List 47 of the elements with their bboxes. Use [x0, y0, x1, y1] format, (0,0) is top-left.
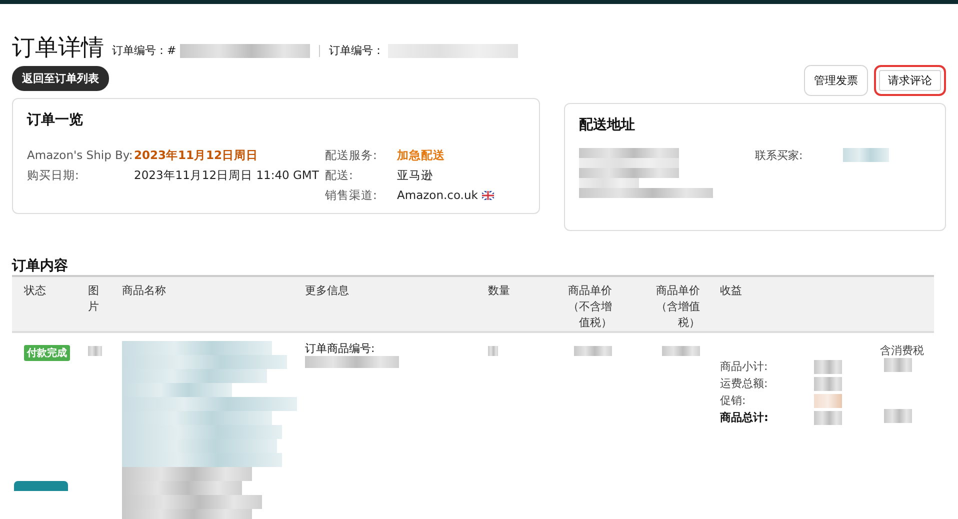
action-button[interactable]: 请求评论: [874, 65, 946, 96]
redacted-text: [574, 346, 612, 356]
redacted-text: [884, 358, 912, 372]
total-label: 促销:: [720, 393, 747, 408]
card-title: 配送地址: [579, 116, 636, 134]
column-header: 状态: [23, 283, 47, 299]
order-number-label: 订单编号：: [329, 43, 384, 58]
order-item-id-label: 订单商品编号:: [305, 341, 376, 356]
field-label: Amazon's Ship By:: [27, 147, 134, 164]
redacted-image: [88, 346, 102, 356]
contact-buyer-label: 联系买家:: [755, 148, 803, 163]
field-value: 2023年11月12日周日 11:40 GMT: [134, 167, 319, 184]
status-badge: 付款完成: [24, 345, 70, 361]
field-label: 购买日期:: [27, 167, 80, 184]
column-header: 商品单价（含增值税）: [655, 283, 701, 331]
redacted-text: [842, 148, 889, 162]
tax-note: 含消费税: [880, 343, 924, 358]
field-value: 亚马逊: [397, 167, 433, 184]
redacted-text: [662, 346, 700, 356]
column-header: 更多信息: [304, 283, 350, 299]
action-button[interactable]: 管理发票: [804, 65, 868, 96]
redacted-text: [884, 409, 912, 423]
redacted-text: [814, 360, 842, 374]
column-header: 图片: [87, 283, 100, 315]
total-label: 商品总计:: [720, 410, 770, 425]
redacted-text: [814, 410, 842, 424]
back-to-orders-button[interactable]: 返回至订单列表: [12, 66, 109, 91]
field-label: 销售渠道:: [325, 187, 378, 204]
card-title: 订单一览: [27, 111, 84, 129]
column-header: 收益: [719, 283, 743, 299]
order-number-label: 订单编号：#: [112, 43, 176, 58]
column-header: 数量: [487, 283, 511, 299]
field-value: 加急配送: [397, 147, 445, 164]
column-header: 商品名称: [121, 283, 167, 299]
page-title: 订单详情: [12, 34, 104, 63]
field-value: 2023年11月12日周日: [134, 147, 258, 164]
field-value: Amazon.co.uk: [397, 187, 478, 204]
field-label: 配送:: [325, 167, 354, 184]
redacted-text: [814, 376, 842, 390]
total-label: 商品小计:: [720, 359, 769, 374]
column-header: 商品单价（不含增值税）: [567, 283, 613, 331]
redacted-text: [488, 346, 498, 356]
total-label: 运费总额:: [720, 376, 769, 391]
section-title: 订单内容: [12, 257, 69, 275]
redacted-text: [814, 394, 842, 408]
feedback-tab[interactable]: [14, 481, 68, 491]
field-label: 配送服务:: [325, 147, 378, 164]
